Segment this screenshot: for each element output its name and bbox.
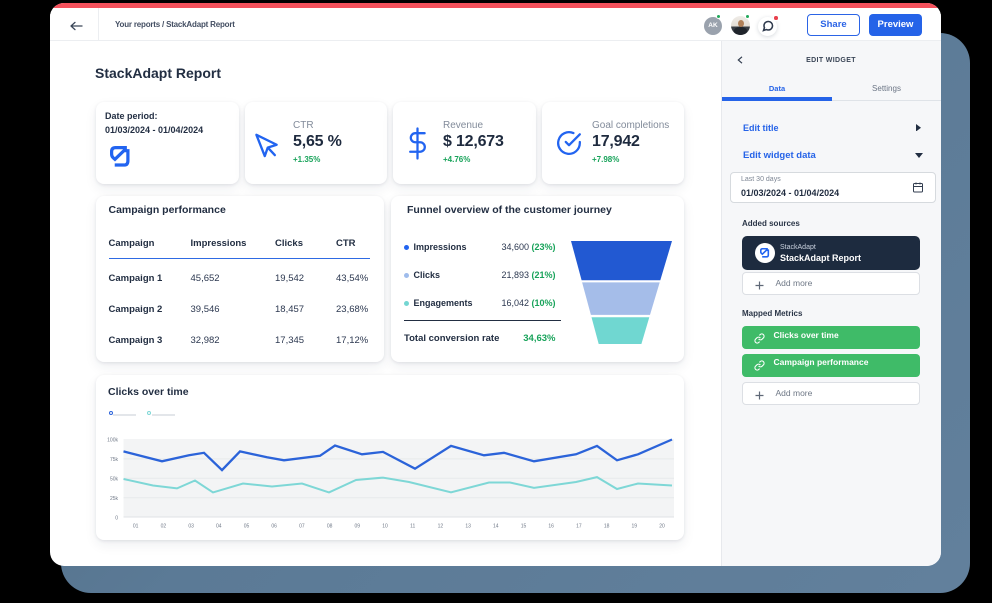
svg-text:16: 16 [548,524,554,530]
svg-text:14: 14 [493,524,499,530]
svg-text:05: 05 [244,524,250,530]
svg-text:10: 10 [382,524,388,530]
svg-text:01: 01 [133,524,139,530]
svg-text:13: 13 [465,524,471,530]
svg-text:25k: 25k [110,496,119,502]
svg-text:11: 11 [410,524,415,530]
svg-text:100k: 100k [107,438,118,444]
svg-text:75k: 75k [110,457,119,463]
svg-text:07: 07 [299,524,305,530]
svg-text:09: 09 [355,524,361,530]
svg-text:50k: 50k [110,477,119,483]
svg-text:04: 04 [216,524,222,530]
svg-text:08: 08 [327,524,333,530]
svg-text:06: 06 [271,524,277,530]
svg-text:15: 15 [521,524,527,530]
svg-text:02: 02 [161,524,167,530]
svg-text:18: 18 [604,524,610,530]
svg-text:20: 20 [659,524,665,530]
svg-text:03: 03 [188,524,194,530]
svg-text:19: 19 [632,524,638,530]
svg-text:0: 0 [115,515,118,521]
svg-text:12: 12 [438,524,444,530]
svg-text:17: 17 [576,524,582,530]
